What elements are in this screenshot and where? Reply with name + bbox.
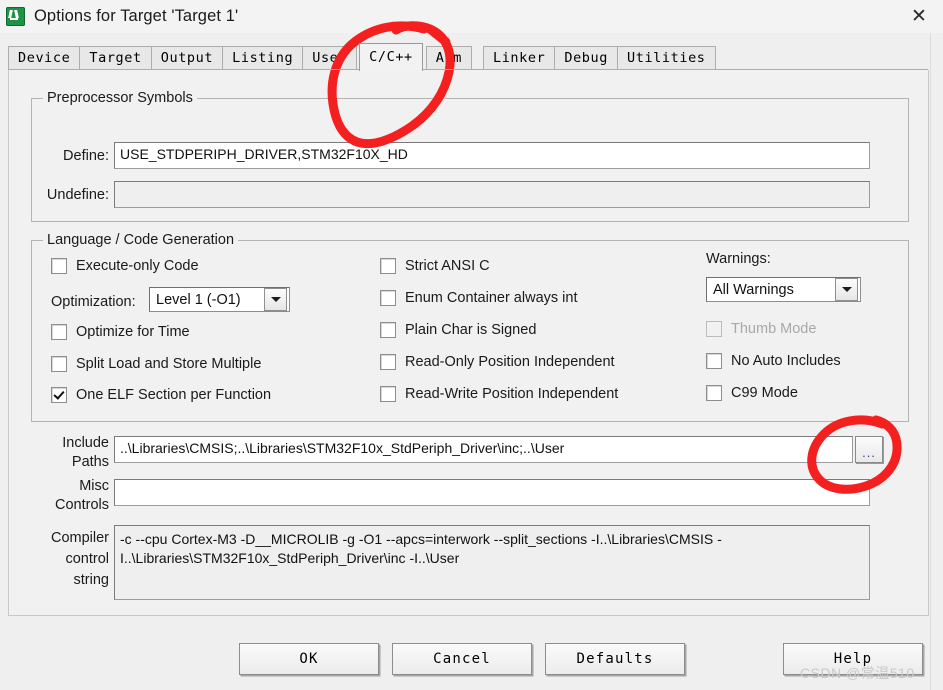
checkbox-box xyxy=(51,324,67,340)
include-paths-label-line2: Paths xyxy=(71,454,109,470)
tab-output[interactable]: Output xyxy=(150,46,224,70)
checkbox-read-only-position-independent[interactable]: Read-Only Position Independent xyxy=(380,354,615,370)
tab-c-cpp[interactable]: C/C++ xyxy=(359,43,423,71)
tab-strip-baseline xyxy=(8,69,928,70)
checkbox-label: Split Load and Store Multiple xyxy=(76,356,262,372)
tab-target[interactable]: Target xyxy=(79,46,152,70)
chevron-down-icon[interactable] xyxy=(264,288,287,311)
tab-listing[interactable]: Listing xyxy=(222,46,304,70)
optimization-select[interactable]: Level 1 (-O1) xyxy=(149,287,290,312)
preprocessor-symbols-legend: Preprocessor Symbols xyxy=(43,90,197,106)
optimization-label: Optimization: xyxy=(51,294,136,310)
checkbox-strict-ansi-c[interactable]: Strict ANSI C xyxy=(380,258,490,274)
checkbox-plain-char-is-signed[interactable]: Plain Char is Signed xyxy=(380,322,536,338)
checkbox-one-elf-section-per-function[interactable]: One ELF Section per Function xyxy=(51,387,271,403)
ok-button[interactable]: OK xyxy=(239,643,379,675)
checkbox-label: Execute-only Code xyxy=(76,258,199,274)
tab-debug[interactable]: Debug xyxy=(554,46,618,70)
warnings-select[interactable]: All Warnings xyxy=(706,277,861,302)
checkbox-box xyxy=(706,321,722,337)
checkbox-optimize-for-time[interactable]: Optimize for Time xyxy=(51,324,190,340)
close-icon[interactable]: ✕ xyxy=(895,0,943,33)
language-code-generation-legend: Language / Code Generation xyxy=(43,232,239,248)
compiler-control-string-label-line2: control xyxy=(65,551,109,567)
checkbox-label: Enum Container always int xyxy=(405,290,578,306)
define-label: Define: xyxy=(63,148,109,164)
checkbox-label: Plain Char is Signed xyxy=(405,322,537,338)
cancel-button[interactable]: Cancel xyxy=(392,643,532,675)
tab-linker[interactable]: Linker xyxy=(482,46,556,70)
misc-controls-input[interactable] xyxy=(114,479,870,506)
checkbox-box xyxy=(380,322,396,338)
checkbox-box xyxy=(380,290,396,306)
checkbox-read-write-position-independent[interactable]: Read-Write Position Independent xyxy=(380,386,618,402)
chevron-down-icon[interactable] xyxy=(835,278,858,301)
checkbox-enum-container-always-int[interactable]: Enum Container always int xyxy=(380,290,577,306)
c-cpp-tab-panel: Preprocessor Symbols Define: USE_STDPERI… xyxy=(8,70,929,616)
title-bar: Options for Target 'Target 1' xyxy=(0,0,943,33)
keil-uvision-icon xyxy=(6,7,25,26)
checkbox-label: C99 Mode xyxy=(731,385,798,401)
checkbox-box xyxy=(380,258,396,274)
checkbox-label: Optimize for Time xyxy=(76,324,190,340)
include-paths-label-line1: Include xyxy=(62,435,109,451)
undefine-input[interactable] xyxy=(114,181,870,208)
checkbox-no-auto-includes[interactable]: No Auto Includes xyxy=(706,353,841,369)
checkbox-thumb-mode: Thumb Mode xyxy=(706,321,816,337)
checkbox-box xyxy=(706,353,722,369)
compiler-control-string-label-line3: string xyxy=(73,572,109,588)
window-edge xyxy=(930,33,943,690)
checkbox-label: Strict ANSI C xyxy=(405,258,490,274)
checkbox-label: No Auto Includes xyxy=(731,353,841,369)
tab-asm[interactable]: Asm xyxy=(425,46,472,70)
checkbox-box xyxy=(380,386,396,402)
undefine-label: Undefine: xyxy=(46,187,109,203)
checkbox-label: Read-Only Position Independent xyxy=(405,354,615,370)
checkbox-box xyxy=(51,356,67,372)
defaults-button[interactable]: Defaults xyxy=(545,643,685,675)
checkbox-box xyxy=(51,258,67,274)
include-paths-browse-button[interactable]: ... xyxy=(855,436,883,463)
checkbox-box xyxy=(706,385,722,401)
warnings-value: All Warnings xyxy=(713,281,794,298)
warnings-label: Warnings: xyxy=(706,251,771,267)
tab-utilities[interactable]: Utilities xyxy=(616,46,716,70)
tab-device[interactable]: Device xyxy=(8,46,81,70)
checkbox-label: Thumb Mode xyxy=(731,321,817,337)
compiler-control-string-label-line1: Compiler xyxy=(50,530,109,546)
checkbox-box xyxy=(380,354,396,370)
checkbox-label: One ELF Section per Function xyxy=(76,387,272,403)
help-button[interactable]: Help xyxy=(783,643,923,675)
tab-strip: Device Target Output Listing User C/C++ … xyxy=(8,43,928,71)
compiler-control-string-output: -c --cpu Cortex-M3 -D__MICROLIB -g -O1 -… xyxy=(114,525,870,600)
tab-user[interactable]: User xyxy=(302,46,358,70)
checkbox-split-load-store-multiple[interactable]: Split Load and Store Multiple xyxy=(51,356,261,372)
misc-controls-label-line1: Misc xyxy=(79,478,109,494)
checkbox-execute-only-code[interactable]: Execute-only Code xyxy=(51,258,199,274)
include-paths-input[interactable]: ..\Libraries\CMSIS;..\Libraries\STM32F10… xyxy=(114,436,853,463)
checkbox-label: Read-Write Position Independent xyxy=(405,386,619,402)
browse-button-label: ... xyxy=(862,445,876,460)
misc-controls-label-line2: Controls xyxy=(55,497,109,513)
checkbox-box xyxy=(51,387,67,403)
optimization-value: Level 1 (-O1) xyxy=(156,291,241,308)
checkbox-c99-mode[interactable]: C99 Mode xyxy=(706,385,798,401)
define-input[interactable]: USE_STDPERIPH_DRIVER,STM32F10X_HD xyxy=(114,142,870,169)
window-title: Options for Target 'Target 1' xyxy=(34,7,239,25)
